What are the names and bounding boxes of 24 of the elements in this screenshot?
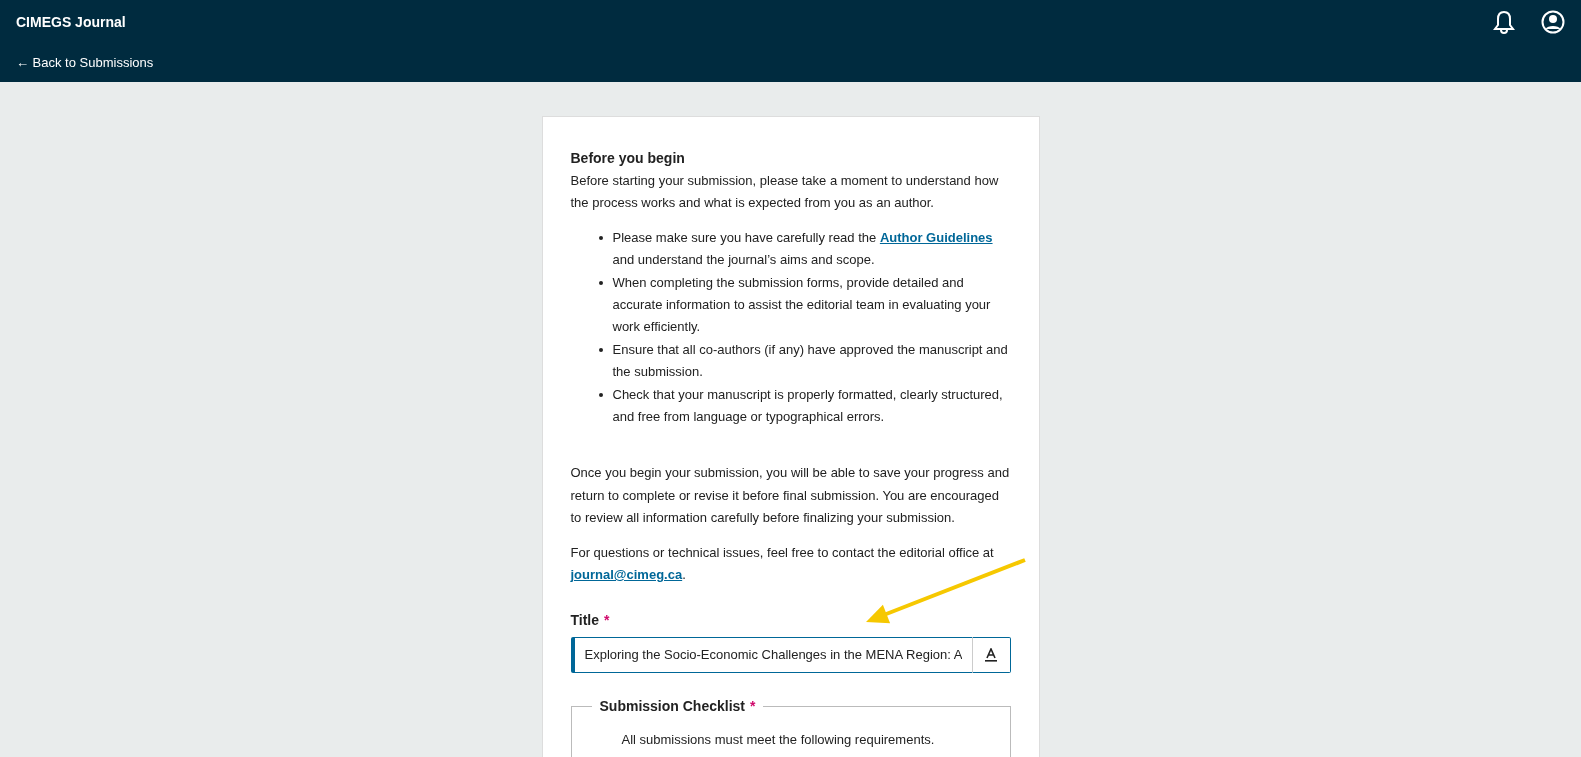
paragraph: For questions or technical issues, feel free to contact the editorial office at journal@cimeg.ca. [570,543,995,585]
list-item-text: Please make sure you have carefully read the Author Guidelines and understand the journal’s aims and scope. [612,228,994,270]
list-item-text: When completing the submission forms, provide detailed and accurate information to assist the editorial team in evaluating your work efficiently. [612,273,992,337]
bullet-dot [598,392,603,397]
link[interactable]: Author Guidelines [879,229,993,245]
paragraph: Once you begin your submission, you will be able to save your progress and return to complete or revise it before final submission. You are encouraged to review all information carefully before finalizing your submission. [570,464,1011,528]
bullet-dot [598,347,603,352]
list-item-text: Check that your manuscript is properly formatted, clearly structured, and free from language or typographical errors. [612,385,1004,427]
fieldset-legend: Submission Checklist [599,694,745,718]
user-avatar-icon[interactable] [1541,10,1565,34]
site-title[interactable]: CIMEGS Journal [16,14,126,30]
list-item-text: Ensure that all co-authors (if any) have approved the manuscript and the submission. [612,340,1009,382]
field-label: Title [570,610,600,630]
bullet-dot [598,280,603,285]
paragraph: All submissions must meet the following requirements. [621,731,936,750]
paragraph: Before starting your submission, please take a moment to understand how the process works and what is expected from you as an author. [570,172,1000,213]
bell-icon[interactable] [1493,10,1515,34]
bullet-dot [598,235,603,240]
required-mark: * [750,696,756,716]
required-mark: * [604,610,610,630]
back-link[interactable]: ← Back to Submissions [16,55,154,70]
text-format-icon [984,647,998,662]
section-heading: Before you begin [570,149,686,168]
language-button[interactable] [971,636,1011,673]
